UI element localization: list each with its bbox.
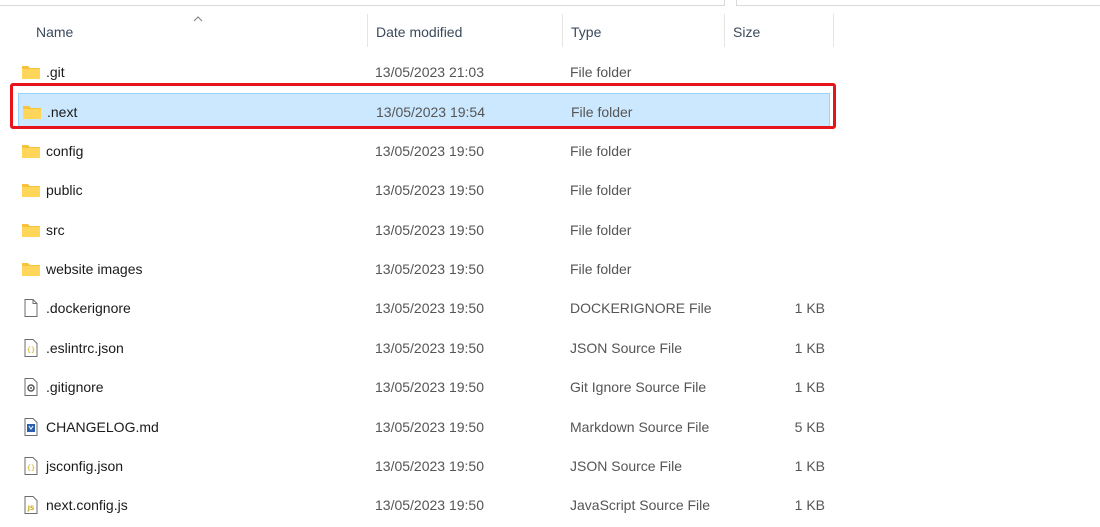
file-row[interactable]: config 13/05/2023 19:50 File folder — [18, 133, 830, 169]
file-date-modified: 13/05/2023 19:50 — [375, 142, 484, 159]
file-date-modified: 13/05/2023 19:50 — [375, 497, 484, 514]
file-name: website images — [46, 261, 143, 277]
file-size: 1 KB — [794, 379, 825, 396]
column-header-date-modified[interactable]: Date modified — [368, 14, 563, 47]
file-type: Git Ignore Source File — [570, 379, 707, 396]
file-row[interactable]: {} .eslintrc.json 13/05/2023 19:50 JSON So… — [18, 330, 830, 366]
file-row[interactable]: src 13/05/2023 19:50 File folder — [18, 212, 830, 248]
file-size: 1 KB — [794, 497, 825, 514]
file-date-modified: 13/05/2023 19:54 — [376, 104, 485, 121]
file-name: .git — [46, 64, 65, 80]
file-name: .dockerignore — [46, 300, 131, 317]
svg-text:{}: {} — [27, 464, 35, 472]
file-row[interactable]: website images 13/05/2023 19:50 File folde… — [18, 251, 830, 287]
file-row[interactable]: JS next.config.js 13/05/2023 19:50 JavaScr… — [18, 487, 830, 523]
file-size: 1 KB — [794, 339, 825, 356]
file-type: DOCKERIGNORE File — [570, 300, 712, 317]
file-size: 1 KB — [794, 300, 825, 317]
file-name: .gitignore — [46, 379, 104, 396]
markdown-file-icon — [21, 417, 41, 436]
file-type: Markdown Source File — [570, 418, 710, 435]
file-date-modified: 13/05/2023 19:50 — [375, 458, 484, 474]
column-header-row: Name Date modified Type Size — [0, 14, 1100, 50]
file-type: File folder — [570, 182, 632, 199]
file-row[interactable]: public 13/05/2023 19:50 File folder — [18, 172, 830, 208]
file-row[interactable]: CHANGELOG.md 13/05/2023 19:50 Markdown Sou… — [18, 409, 830, 445]
file-type: File folder — [571, 104, 633, 121]
file-type: File folder — [570, 261, 632, 277]
file-date-modified: 13/05/2023 19:50 — [375, 418, 484, 435]
file-name: CHANGELOG.md — [46, 418, 159, 435]
gear-file-icon — [21, 378, 41, 397]
folder-icon — [21, 63, 41, 81]
file-size: 5 KB — [794, 418, 825, 435]
file-type: File folder — [570, 142, 632, 159]
address-bar-border — [0, 0, 725, 6]
file-type: JSON Source File — [570, 458, 683, 474]
file-name: next.config.js — [46, 497, 128, 514]
file-date-modified: 13/05/2023 21:03 — [375, 64, 484, 80]
file-name: .next — [47, 104, 78, 121]
search-box-border — [736, 0, 1100, 6]
file-size: 1 KB — [794, 458, 825, 474]
folder-icon — [21, 181, 41, 199]
column-header-type[interactable]: Type — [563, 14, 725, 47]
file-row[interactable]: {} jsconfig.json 13/05/2023 19:50 JSON Sou… — [18, 448, 830, 484]
file-date-modified: 13/05/2023 19:50 — [375, 300, 484, 317]
js-file-icon: JS — [21, 496, 41, 515]
blank-file-icon — [21, 299, 41, 318]
column-header-size[interactable]: Size — [725, 14, 834, 47]
file-row[interactable]: .git 13/05/2023 21:03 File folder — [18, 54, 830, 90]
file-row[interactable]: .gitignore 13/05/2023 19:50 Git Ignore Sou… — [18, 369, 830, 405]
file-name: public — [46, 182, 83, 199]
file-name: jsconfig.json — [46, 458, 124, 474]
folder-icon — [21, 142, 41, 160]
file-name: config — [46, 142, 84, 159]
folder-icon — [22, 103, 42, 121]
folder-icon — [21, 221, 41, 239]
svg-text:JS: JS — [27, 505, 35, 512]
column-header-name[interactable]: Name — [28, 14, 368, 47]
file-type: File folder — [570, 221, 632, 238]
file-date-modified: 13/05/2023 19:50 — [375, 182, 484, 199]
file-date-modified: 13/05/2023 19:50 — [375, 379, 484, 396]
json-file-icon: {} — [21, 338, 41, 357]
file-name: src — [46, 221, 65, 238]
json-file-icon: {} — [21, 457, 41, 475]
file-date-modified: 13/05/2023 19:50 — [375, 261, 484, 277]
file-row[interactable]: .dockerignore 13/05/2023 19:50 DOCKERIGNOR… — [18, 290, 830, 326]
file-date-modified: 13/05/2023 19:50 — [375, 221, 484, 238]
folder-icon — [21, 260, 41, 278]
file-size — [718, 172, 825, 208]
file-type: JavaScript Source File — [570, 497, 711, 514]
file-date-modified: 13/05/2023 19:50 — [375, 339, 484, 356]
file-size — [718, 133, 825, 169]
file-size — [718, 212, 825, 248]
file-name: .eslintrc.json — [46, 339, 124, 356]
file-size — [718, 54, 825, 90]
file-size — [718, 251, 825, 287]
file-type: File folder — [570, 64, 632, 80]
file-row[interactable]: .next 13/05/2023 19:54 File folder — [18, 93, 830, 130]
svg-text:{}: {} — [27, 346, 35, 354]
file-size — [719, 94, 826, 130]
address-bar-edge — [0, 0, 1100, 6]
file-type: JSON Source File — [570, 339, 683, 356]
